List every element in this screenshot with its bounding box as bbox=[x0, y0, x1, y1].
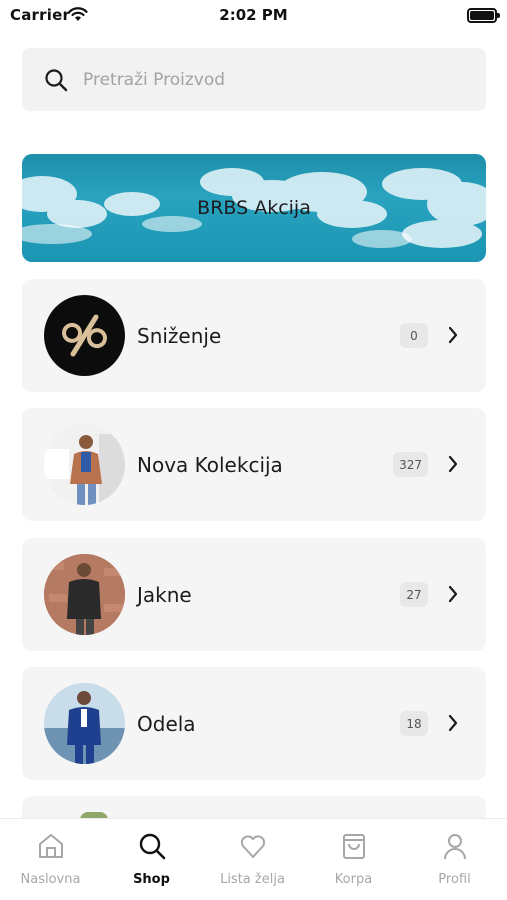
category-count-badge: 327 bbox=[393, 452, 428, 477]
chevron-right-icon bbox=[448, 455, 458, 473]
user-icon bbox=[444, 834, 466, 860]
category-name: Odela bbox=[137, 711, 196, 736]
search-input[interactable] bbox=[83, 69, 443, 90]
chevron-right-icon bbox=[448, 585, 458, 603]
tab-korpa[interactable]: Korpa bbox=[303, 819, 404, 900]
tab-profil[interactable]: Profil bbox=[404, 819, 505, 900]
category-name: Nova Kolekcija bbox=[137, 452, 283, 477]
category-photo bbox=[44, 424, 125, 505]
tab-label: Korpa bbox=[334, 872, 373, 887]
category-photo bbox=[44, 683, 125, 764]
banner-title: BRBS Akcija bbox=[197, 197, 311, 219]
search-bar[interactable] bbox=[22, 48, 486, 111]
bag-icon bbox=[343, 834, 365, 859]
category-count-badge: 27 bbox=[400, 582, 428, 607]
percent-icon bbox=[44, 295, 125, 376]
tab-bar: Naslovna Shop Lista želja Korpa Profil bbox=[0, 818, 507, 900]
chevron-right-icon bbox=[448, 714, 458, 732]
category-nova-kolekcija[interactable]: Nova Kolekcija 327 bbox=[22, 408, 486, 521]
tab-label: Naslovna bbox=[20, 872, 81, 887]
category-photo bbox=[44, 554, 125, 635]
tab-label: Lista želja bbox=[220, 872, 285, 887]
category-jakne[interactable]: Jakne 27 bbox=[22, 538, 486, 651]
category-name: Jakne bbox=[137, 582, 192, 607]
category-odela[interactable]: Odela 18 bbox=[22, 667, 486, 780]
tab-label: Shop bbox=[133, 872, 170, 887]
promo-banner[interactable]: BRBS Akcija bbox=[22, 154, 486, 262]
heart-icon bbox=[240, 835, 266, 858]
chevron-right-icon bbox=[448, 326, 458, 344]
status-time: 2:02 PM bbox=[219, 6, 288, 24]
tab-label: Profil bbox=[438, 872, 471, 887]
category-name: Sniženje bbox=[137, 323, 222, 348]
tab-lista-zelja[interactable]: Lista želja bbox=[202, 819, 303, 900]
search-icon bbox=[139, 833, 166, 860]
category-count-badge: 18 bbox=[400, 711, 428, 736]
tab-naslovna[interactable]: Naslovna bbox=[0, 819, 101, 900]
category-count-badge: 0 bbox=[400, 323, 428, 348]
search-icon bbox=[45, 68, 68, 91]
home-icon bbox=[39, 834, 63, 858]
status-bar: Carrier 2:02 PM bbox=[0, 0, 507, 30]
category-snizenje[interactable]: Sniženje 0 bbox=[22, 279, 486, 392]
tab-shop[interactable]: Shop bbox=[101, 819, 202, 900]
battery-icon bbox=[467, 8, 500, 23]
